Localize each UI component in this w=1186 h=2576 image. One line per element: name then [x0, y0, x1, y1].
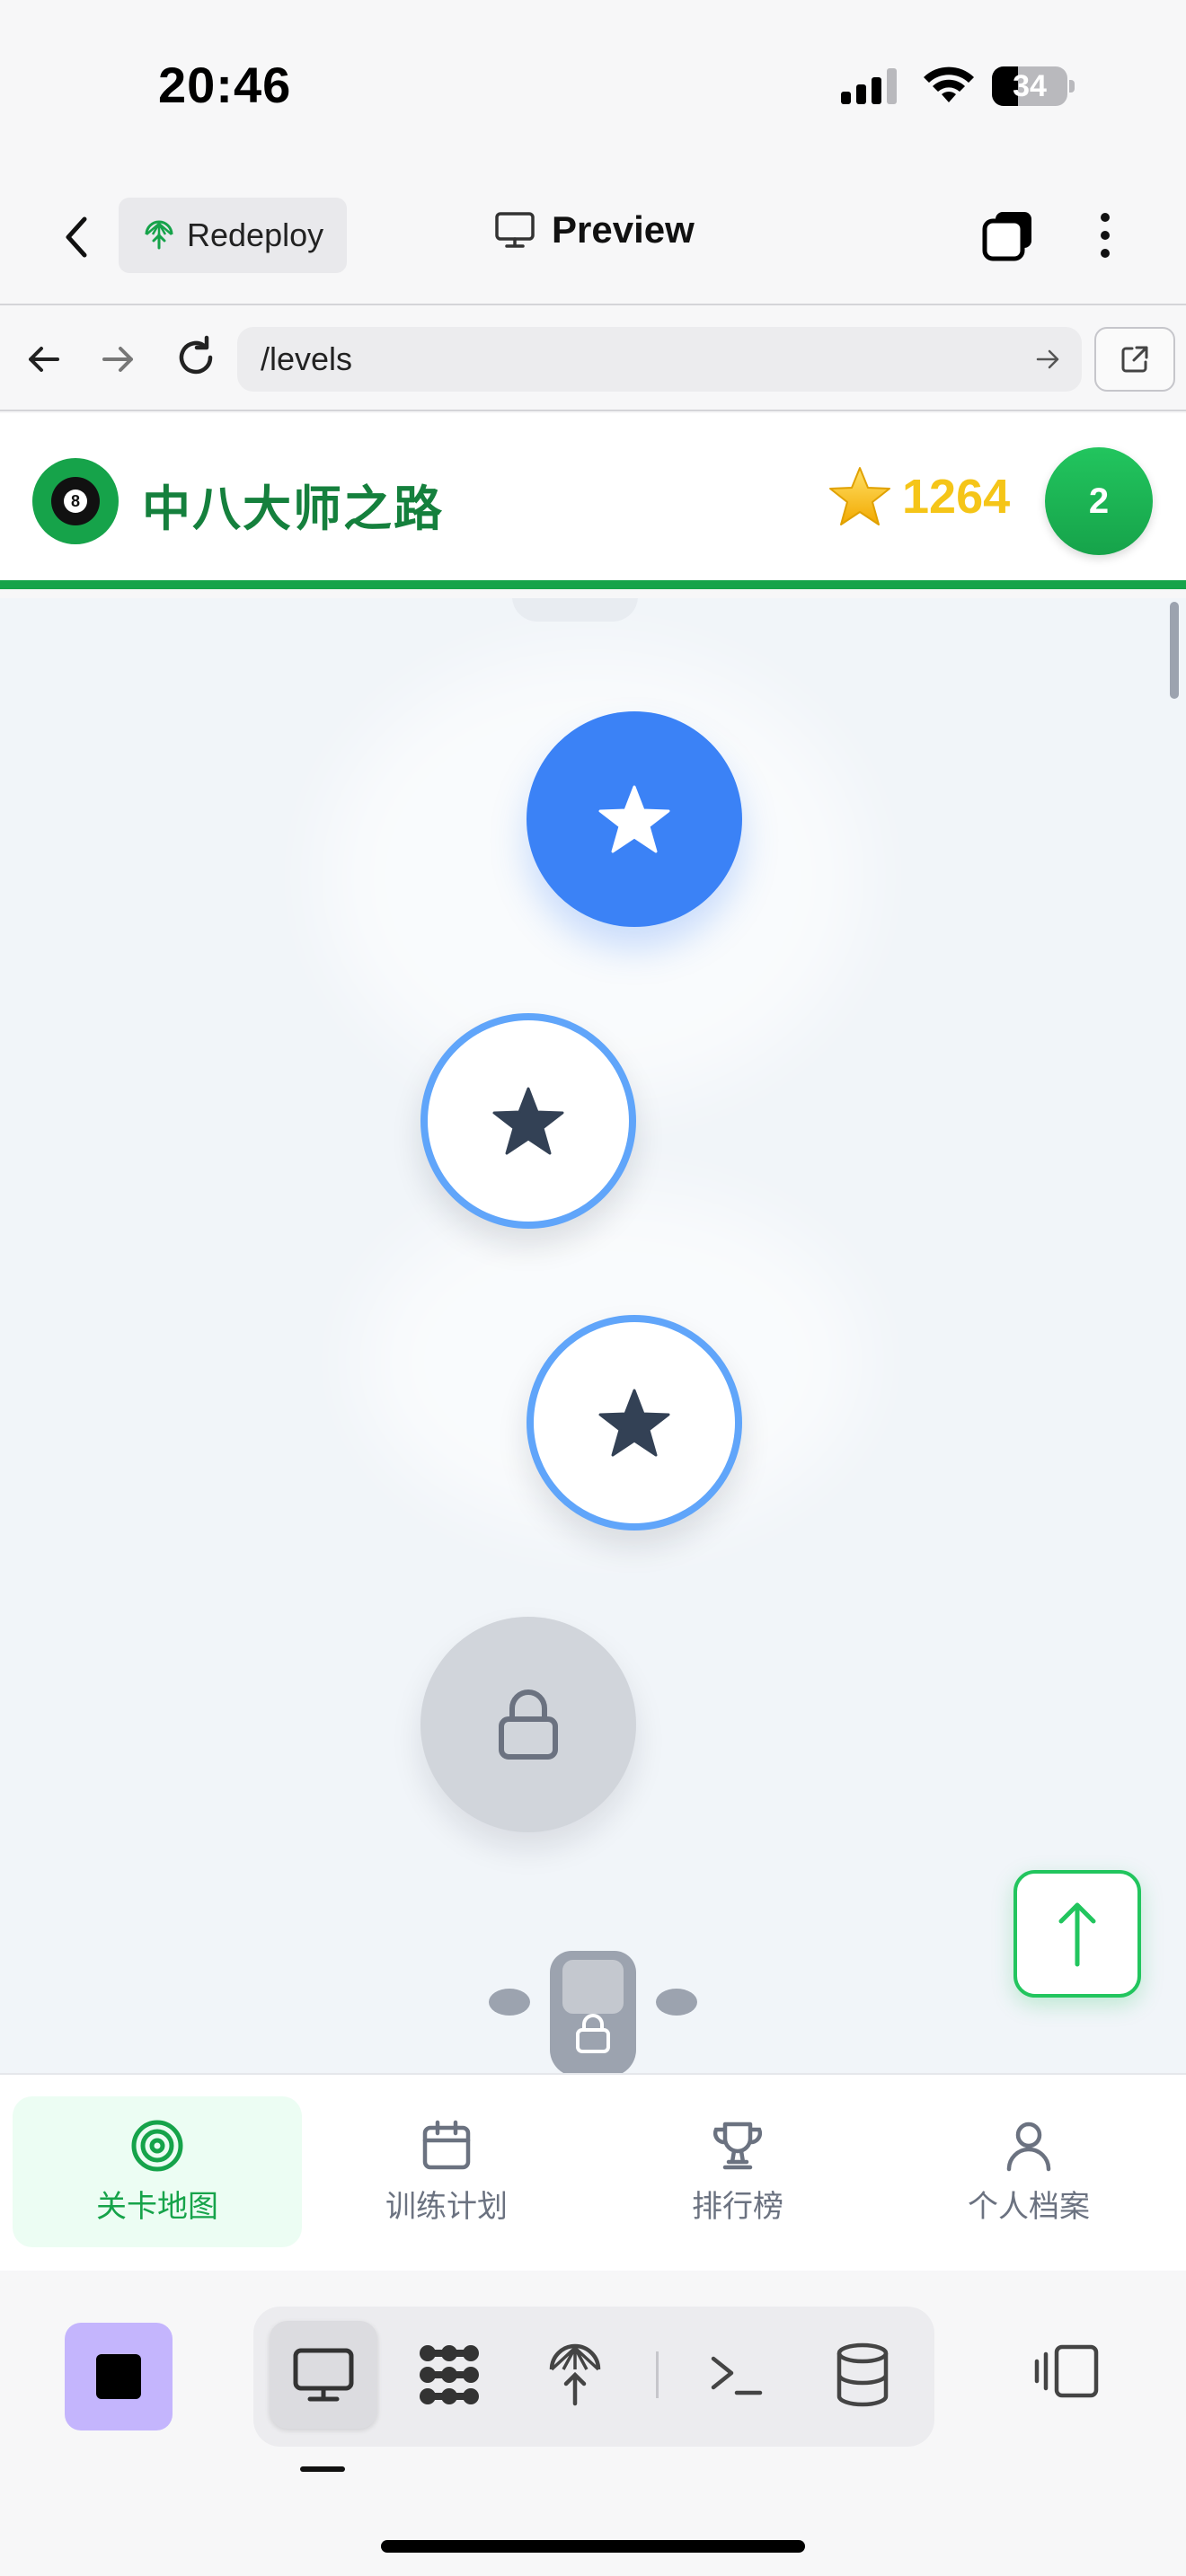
tool-group: [253, 2307, 934, 2447]
level-node-locked[interactable]: [420, 1617, 636, 1832]
open-external-button[interactable]: [1094, 327, 1175, 392]
chest-right-dot: [656, 1989, 697, 2016]
panel-toggle-icon: [1034, 2344, 1099, 2398]
battery-icon: 34: [992, 66, 1075, 106]
url-input[interactable]: /levels: [237, 327, 1082, 392]
star-score: 1264: [827, 465, 1010, 528]
lock-icon: [576, 2014, 610, 2053]
database-tool[interactable]: [809, 2321, 916, 2429]
preview-title: Preview: [494, 208, 695, 251]
browser-bar: /levels: [0, 307, 1186, 411]
score-value: 1264: [902, 470, 1011, 524]
app-header: 8 中八大师之路 1264 2: [0, 413, 1186, 589]
agent-tool[interactable]: [395, 2321, 503, 2429]
wifi-icon: [924, 66, 974, 102]
bottom-tab-bar: 关卡地图 训练计划 排行榜 个人档案: [0, 2073, 1186, 2271]
tabs-switcher-icon[interactable]: [981, 208, 1035, 262]
redeploy-button[interactable]: Redeploy: [119, 198, 347, 273]
tool-separator: [656, 2351, 659, 2398]
terminal-icon: [711, 2356, 763, 2395]
target-icon: [131, 2120, 183, 2171]
home-indicator: [381, 2540, 805, 2553]
lock-icon: [499, 1689, 558, 1760]
user-icon: [1006, 2122, 1051, 2171]
go-arrow-icon[interactable]: [1033, 345, 1062, 374]
browser-forward-icon[interactable]: [97, 338, 140, 381]
dev-toolbar: [0, 2271, 1186, 2576]
chest-left-dot: [489, 1989, 530, 2016]
tab-leaderboard[interactable]: 排行榜: [593, 2096, 882, 2247]
nodes-grid-icon: [420, 2345, 479, 2404]
star-icon: [598, 1389, 670, 1457]
tab-label: 关卡地图: [96, 2189, 218, 2224]
database-icon: [836, 2342, 889, 2407]
star-icon: [492, 1087, 564, 1155]
reload-icon[interactable]: [173, 334, 219, 381]
stop-button[interactable]: [65, 2323, 173, 2430]
treasure-chest-locked[interactable]: [550, 1951, 636, 2073]
more-options-icon[interactable]: [1087, 208, 1123, 262]
monitor-icon: [293, 2348, 354, 2402]
back-button[interactable]: [54, 210, 99, 264]
level-node-completed[interactable]: [527, 1315, 742, 1531]
url-text: /levels: [261, 340, 353, 377]
eight-ball-logo: 8: [32, 458, 119, 544]
tab-training-plan[interactable]: 训练计划: [302, 2096, 591, 2247]
gold-star-icon: [829, 467, 890, 525]
level-node-completed[interactable]: [420, 1013, 636, 1229]
tab-profile[interactable]: 个人档案: [884, 2096, 1173, 2247]
scroll-to-top-button[interactable]: [1013, 1870, 1141, 1998]
external-link-icon: [1121, 346, 1148, 373]
monitor-icon: [495, 212, 535, 248]
cellular-signal-icon: [841, 68, 897, 104]
tab-label: 个人档案: [968, 2189, 1090, 2224]
deploy-tool[interactable]: [521, 2321, 629, 2429]
umbrella-deploy-icon: [145, 220, 173, 250]
arrow-up-icon: [1058, 1902, 1096, 1967]
stop-icon: [96, 2354, 141, 2399]
tab-label: 排行榜: [692, 2189, 783, 2224]
preview-header: Redeploy Preview: [0, 171, 1186, 305]
battery-percent: 34: [1013, 69, 1047, 103]
console-tool[interactable]: [683, 2321, 791, 2429]
level-badge[interactable]: 2: [1045, 447, 1153, 555]
preview-title-text: Preview: [552, 208, 695, 251]
level-node-current[interactable]: [527, 711, 742, 927]
preview-tool[interactable]: [270, 2321, 377, 2429]
map-top-handle: [512, 598, 638, 622]
status-time: 20:46: [158, 57, 292, 113]
redeploy-label: Redeploy: [187, 216, 324, 253]
calendar-icon: [422, 2120, 471, 2169]
browser-back-icon[interactable]: [22, 338, 65, 381]
tab-level-map[interactable]: 关卡地图: [13, 2096, 302, 2247]
umbrella-deploy-icon: [549, 2343, 601, 2406]
tab-label: 训练计划: [385, 2189, 508, 2224]
scrollbar[interactable]: [1170, 602, 1179, 699]
trophy-icon: [712, 2122, 763, 2169]
app-title: 中八大师之路: [142, 482, 444, 536]
star-icon: [598, 785, 670, 853]
active-tool-indicator: [300, 2466, 345, 2472]
level-map[interactable]: [0, 598, 1186, 2073]
status-bar: 20:46 34: [0, 0, 1186, 171]
panel-toggle-button[interactable]: [1031, 2335, 1103, 2407]
